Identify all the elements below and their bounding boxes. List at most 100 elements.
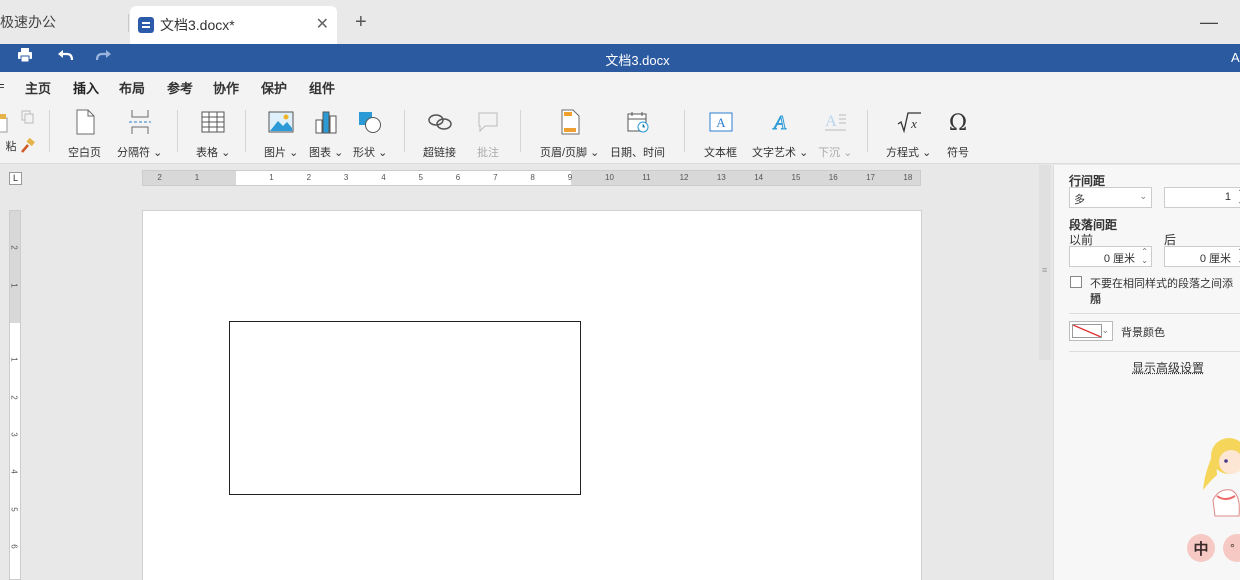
table-button[interactable]: 表格 ⌄ [196,108,230,160]
ruler-number: 2 [10,246,19,250]
text-art-button[interactable]: A 文字艺术 ⌄ [752,108,808,160]
equation-button[interactable]: x 方程式 ⌄ [886,108,931,160]
spacing-before-value: 0 厘米 [1104,253,1135,265]
header-footer-label: 页眉/页脚 ⌄ [540,144,599,160]
page-break-icon [126,108,154,136]
comment-label: 批注 [477,144,499,160]
chevron-down-icon: ⌄ [1139,191,1147,202]
document-workspace: L 2 1 1 2 3 4 5 6 7 8 9 10 11 12 13 14 15 16 17 18 21123456… [0,165,1053,580]
document-page[interactable] [142,210,922,580]
spacing-after-input[interactable]: 0 厘米 ⌃⌄ [1164,246,1240,267]
vertical-ruler[interactable]: 2 1 1 2 3 4 5 6 [9,210,21,580]
ruler-number: 1 [269,173,273,182]
chevron-down-icon: ⌄ [1101,325,1109,336]
menu-layout[interactable]: 布局 [119,78,145,97]
image-button[interactable]: 图片 ⌄ [264,108,298,160]
ruler-number: 10 [605,173,614,182]
header-footer-button[interactable]: 页眉/页脚 ⌄ [540,108,599,160]
tab-previous[interactable]: 极速办公 [0,0,128,44]
scrollbar-grip-icon[interactable]: ≡ [1042,265,1047,275]
panel-divider [1069,313,1240,314]
menu-references[interactable]: 参考 [167,78,193,97]
title-right-text[interactable]: A [1231,50,1240,65]
textbox-button[interactable]: A 文本框 [704,108,737,160]
tab-active-label: 文档3.docx* [160,15,235,35]
spinner-arrows-icon[interactable]: ⌃⌄ [1141,247,1148,265]
ruler-number: 4 [10,469,19,473]
chevron-down-icon: ⌄ [378,147,387,159]
menu-insert[interactable]: 插入 [73,78,99,97]
menu-stub[interactable]: = [0,78,5,93]
ruler-number: 5 [10,507,19,511]
show-advanced-settings-link[interactable]: 显示高级设置 [1132,359,1204,376]
ruler-number: 1 [10,283,19,287]
ribbon-separator [177,110,178,152]
document-title: 文档3.docx [0,50,1240,69]
menu-bar: = 主页 插入 布局 参考 协作 保护 组件 [0,72,1240,100]
ruler-number: 2 [10,395,19,399]
page-break-button[interactable]: 分隔符 ⌄ [117,108,162,160]
no-color-swatch-icon [1072,324,1102,338]
drop-cap-button[interactable]: A 下沉 ⌄ [818,108,852,160]
ime-chinese-badge[interactable]: 中 [1187,534,1215,562]
tab-active-document[interactable]: 文档3.docx* ✕ [130,6,337,44]
svg-text:A: A [716,115,726,130]
ruler-number: 13 [717,173,726,182]
new-tab-button[interactable]: + [355,11,367,34]
ruler-number: 2 [307,173,311,182]
comment-button[interactable]: 批注 [474,108,502,160]
symbol-button[interactable]: Ω 符号 [944,108,972,160]
text-art-label: 文字艺术 ⌄ [752,144,808,160]
table-icon [199,108,227,136]
background-color-label: 背景颜色 [1121,324,1165,340]
menu-protect[interactable]: 保护 [261,78,287,97]
equation-icon: x [895,108,923,136]
line-spacing-value: 1 [1225,191,1231,203]
equation-label: 方程式 ⌄ [886,144,931,160]
chevron-down-icon: ⌄ [843,147,852,159]
menu-home[interactable]: 主页 [25,78,51,97]
no-space-same-style-checkbox[interactable] [1070,276,1082,288]
shape-button[interactable]: 形状 ⌄ [353,108,387,160]
image-label: 图片 ⌄ [264,144,298,160]
svg-text:x: x [910,116,917,131]
chevron-down-icon: ⌄ [221,147,230,159]
menu-collaborate[interactable]: 协作 [213,78,239,97]
ruler-number: 1 [195,173,199,182]
hyperlink-button[interactable]: 超链接 [423,108,456,160]
format-painter-icon[interactable] [20,138,36,157]
blank-page-button[interactable]: 空白页 [68,108,101,160]
chevron-down-icon: ⌄ [153,147,162,159]
ribbon-separator [404,110,405,152]
background-color-picker[interactable]: ⌄ [1069,321,1113,341]
window-minimize-button[interactable]: — [1200,12,1218,33]
copy-icon[interactable] [21,110,35,127]
ruler-number: 5 [419,173,423,182]
paste-button[interactable]: 粘 [0,108,22,154]
horizontal-ruler[interactable]: 2 1 1 2 3 4 5 6 7 8 9 10 11 12 13 14 15 16 17 18 [142,170,921,186]
line-spacing-value-input[interactable]: 1 ⌃⌄ [1164,187,1240,208]
paste-label: 粘 [6,138,17,154]
image-icon [267,108,295,136]
text-box-shape[interactable] [229,321,581,495]
ruler-number: 11 [642,173,650,182]
tab-stop-selector[interactable]: L [9,172,22,185]
ruler-number: 18 [903,173,912,182]
ruler-number: 8 [530,173,534,182]
line-spacing-mode-select[interactable]: 多 ⌄ [1069,187,1152,208]
tab-close-icon[interactable]: ✕ [316,14,329,34]
chevron-down-icon: ⌄ [590,147,599,159]
line-spacing-mode-value: 多 [1074,194,1085,206]
vertical-scrollbar[interactable] [1039,165,1051,360]
spacing-before-input[interactable]: 0 厘米 ⌃ ⌄ [1069,246,1152,267]
hyperlink-icon [426,108,454,136]
ruler-number: 3 [10,432,19,436]
menu-plugins[interactable]: 组件 [309,78,335,97]
drop-cap-label: 下沉 ⌄ [818,144,852,160]
ribbon-separator [684,110,685,152]
chart-button[interactable]: 图表 ⌄ [309,108,343,160]
ruler-top-margin [10,211,20,323]
ruler-number: 6 [456,173,460,182]
date-time-button[interactable]: 日期、时间 [610,108,665,160]
textbox-icon: A [707,108,735,136]
